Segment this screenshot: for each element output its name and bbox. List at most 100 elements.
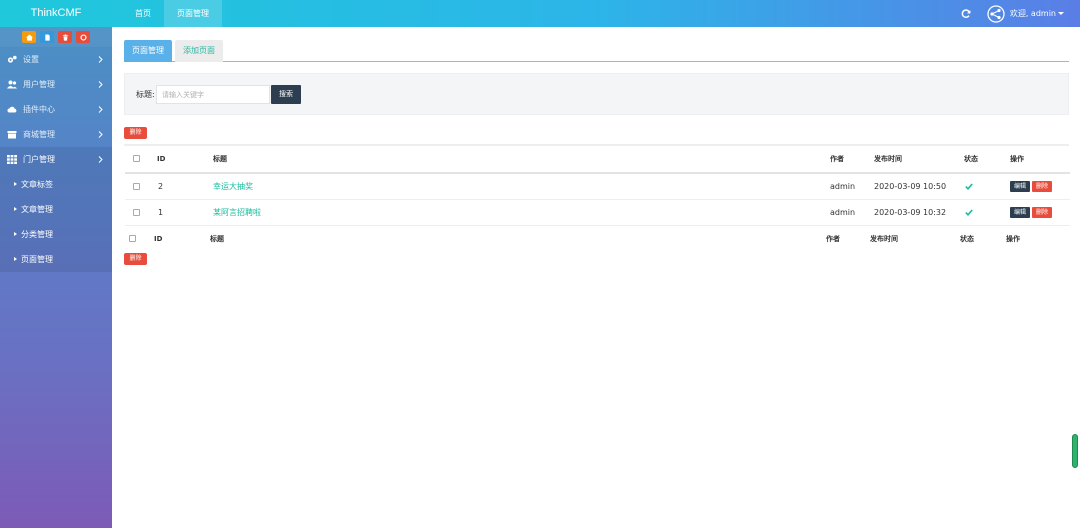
brand-logo[interactable]: ThinkCMF [0, 0, 112, 27]
file-shortcut-button[interactable] [40, 31, 54, 43]
trash-icon [62, 33, 68, 41]
sidebar-item-portal[interactable]: 门户管理 [0, 147, 112, 172]
table-header-row: ID 标题 作者 发布时间 状态 操作 [125, 145, 1070, 174]
topnav-home[interactable]: 首页 [122, 0, 164, 27]
sidebar-item-label: 用户管理 [23, 80, 55, 89]
search-form: 标题: 搜索 [124, 73, 1069, 115]
chevron-right-icon [98, 156, 103, 163]
row-checkbox[interactable] [133, 183, 140, 190]
row-id: 2 [158, 182, 164, 191]
col-date: 发布时间 [870, 234, 898, 243]
sidebar-item-label: 门户管理 [23, 155, 55, 164]
col-title: 标题 [213, 154, 227, 163]
table-row: 2 幸运大抽奖 admin 2020-03-09 10:50 编辑 删除 [125, 174, 1070, 200]
row-date: 2020-03-09 10:50 [874, 182, 947, 191]
row-checkbox[interactable] [133, 209, 140, 216]
edit-button[interactable]: 编辑 [1010, 207, 1031, 218]
chevron-right-icon [98, 56, 103, 63]
sidebar-item-plugins[interactable]: 插件中心 [0, 97, 112, 122]
sidebar-item-label: 插件中心 [23, 105, 55, 114]
tab-add-page[interactable]: 添加页面 [175, 40, 223, 62]
keyword-search-input[interactable] [156, 85, 270, 104]
sidebar-item-users[interactable]: 用户管理 [0, 72, 112, 97]
table-footer-row: ID 标题 作者 发布时间 状态 操作 [125, 226, 1070, 251]
content-tabs: 页面管理 添加页面 [124, 40, 1069, 62]
row-actions: 编辑 删除 [1010, 181, 1053, 192]
file-icon [44, 33, 50, 41]
tab-page-manage[interactable]: 页面管理 [124, 40, 172, 62]
recycle-icon [79, 33, 87, 41]
bulk-delete-button-bottom[interactable]: 删除 [124, 253, 147, 265]
check-icon [965, 209, 973, 216]
topnav-page-manage[interactable]: 页面管理 [164, 0, 222, 27]
delete-button[interactable]: 删除 [1032, 181, 1053, 192]
recycle-shortcut-button[interactable] [76, 31, 90, 43]
chevron-right-icon [98, 106, 103, 113]
select-all-checkbox[interactable] [133, 155, 140, 162]
search-button[interactable]: 搜索 [271, 85, 301, 104]
sidebar-subitem-label: 页面管理 [21, 255, 53, 264]
users-icon [7, 80, 17, 89]
caret-right-icon [14, 257, 17, 261]
pages-table: ID 标题 作者 发布时间 状态 操作 2 幸运大抽奖 admin 2020-0… [124, 144, 1070, 243]
sidebar-subitem-pages[interactable]: 页面管理 [0, 247, 112, 272]
user-menu[interactable]: 欢迎, admin [1010, 8, 1064, 19]
col-status: 状态 [964, 154, 978, 163]
avatar[interactable] [987, 4, 1005, 23]
row-actions: 编辑 删除 [1010, 207, 1053, 218]
caret-right-icon [14, 232, 17, 236]
row-author: admin [830, 182, 856, 191]
sidebar-subitem-label: 文章标签 [21, 180, 53, 189]
grid-icon [7, 155, 17, 164]
col-ops: 操作 [1006, 234, 1020, 243]
row-title-link[interactable]: 某阿言招聘啦 [213, 207, 261, 218]
col-date: 发布时间 [874, 154, 902, 163]
sidebar-subitem-label: 分类管理 [21, 230, 53, 239]
delete-button[interactable]: 删除 [1032, 207, 1053, 218]
sidebar: 设置 用户管理 插件中心 商城管理 门户管理 文章标签 文章管理 分类管理 页面… [0, 27, 112, 528]
sidebar-item-label: 商城管理 [23, 130, 55, 139]
row-author: admin [830, 208, 856, 217]
sidebar-item-settings[interactable]: 设置 [0, 47, 112, 72]
sidebar-item-label: 设置 [23, 55, 39, 64]
col-author: 作者 [830, 154, 844, 163]
home-icon [25, 33, 33, 41]
chevron-right-icon [98, 131, 103, 138]
row-date: 2020-03-09 10:32 [874, 208, 947, 217]
col-ops: 操作 [1010, 154, 1024, 163]
col-author: 作者 [826, 234, 840, 243]
title-filter-label: 标题: [136, 90, 155, 99]
top-right-tools: 欢迎, admin [961, 0, 1064, 27]
home-shortcut-button[interactable] [22, 31, 36, 43]
caret-down-icon [1058, 12, 1064, 15]
chevron-right-icon [98, 81, 103, 88]
col-id: ID [157, 154, 166, 163]
check-icon [965, 183, 973, 190]
welcome-text: 欢迎, admin [1009, 9, 1056, 18]
row-id: 1 [158, 208, 164, 217]
sidebar-subitem-label: 文章管理 [21, 205, 53, 214]
sidebar-subitem-articles[interactable]: 文章管理 [0, 197, 112, 222]
select-all-checkbox-footer[interactable] [129, 235, 136, 242]
caret-right-icon [14, 207, 17, 211]
shop-icon [7, 131, 17, 139]
refresh-icon[interactable] [961, 8, 971, 19]
caret-right-icon [14, 182, 17, 186]
gears-icon [7, 55, 17, 63]
trash-shortcut-button[interactable] [58, 31, 72, 43]
bulk-delete-button-top[interactable]: 删除 [124, 127, 147, 139]
col-title: 标题 [210, 234, 224, 243]
row-title-link[interactable]: 幸运大抽奖 [213, 181, 253, 192]
col-id: ID [154, 234, 163, 243]
scroll-handle[interactable] [1072, 434, 1078, 468]
sidebar-subitem-categories[interactable]: 分类管理 [0, 222, 112, 247]
edit-button[interactable]: 编辑 [1010, 181, 1031, 192]
sidebar-item-shop[interactable]: 商城管理 [0, 122, 112, 147]
top-nav: 首页 页面管理 [122, 0, 222, 27]
col-status: 状态 [960, 234, 974, 243]
sidebar-subitem-article-tags[interactable]: 文章标签 [0, 172, 112, 197]
table-row: 1 某阿言招聘啦 admin 2020-03-09 10:32 编辑 删除 [125, 200, 1070, 226]
sidebar-shortcuts [0, 27, 112, 47]
top-navbar: ThinkCMF 首页 页面管理 欢迎, admin [0, 0, 1080, 27]
cloud-icon [7, 106, 17, 113]
